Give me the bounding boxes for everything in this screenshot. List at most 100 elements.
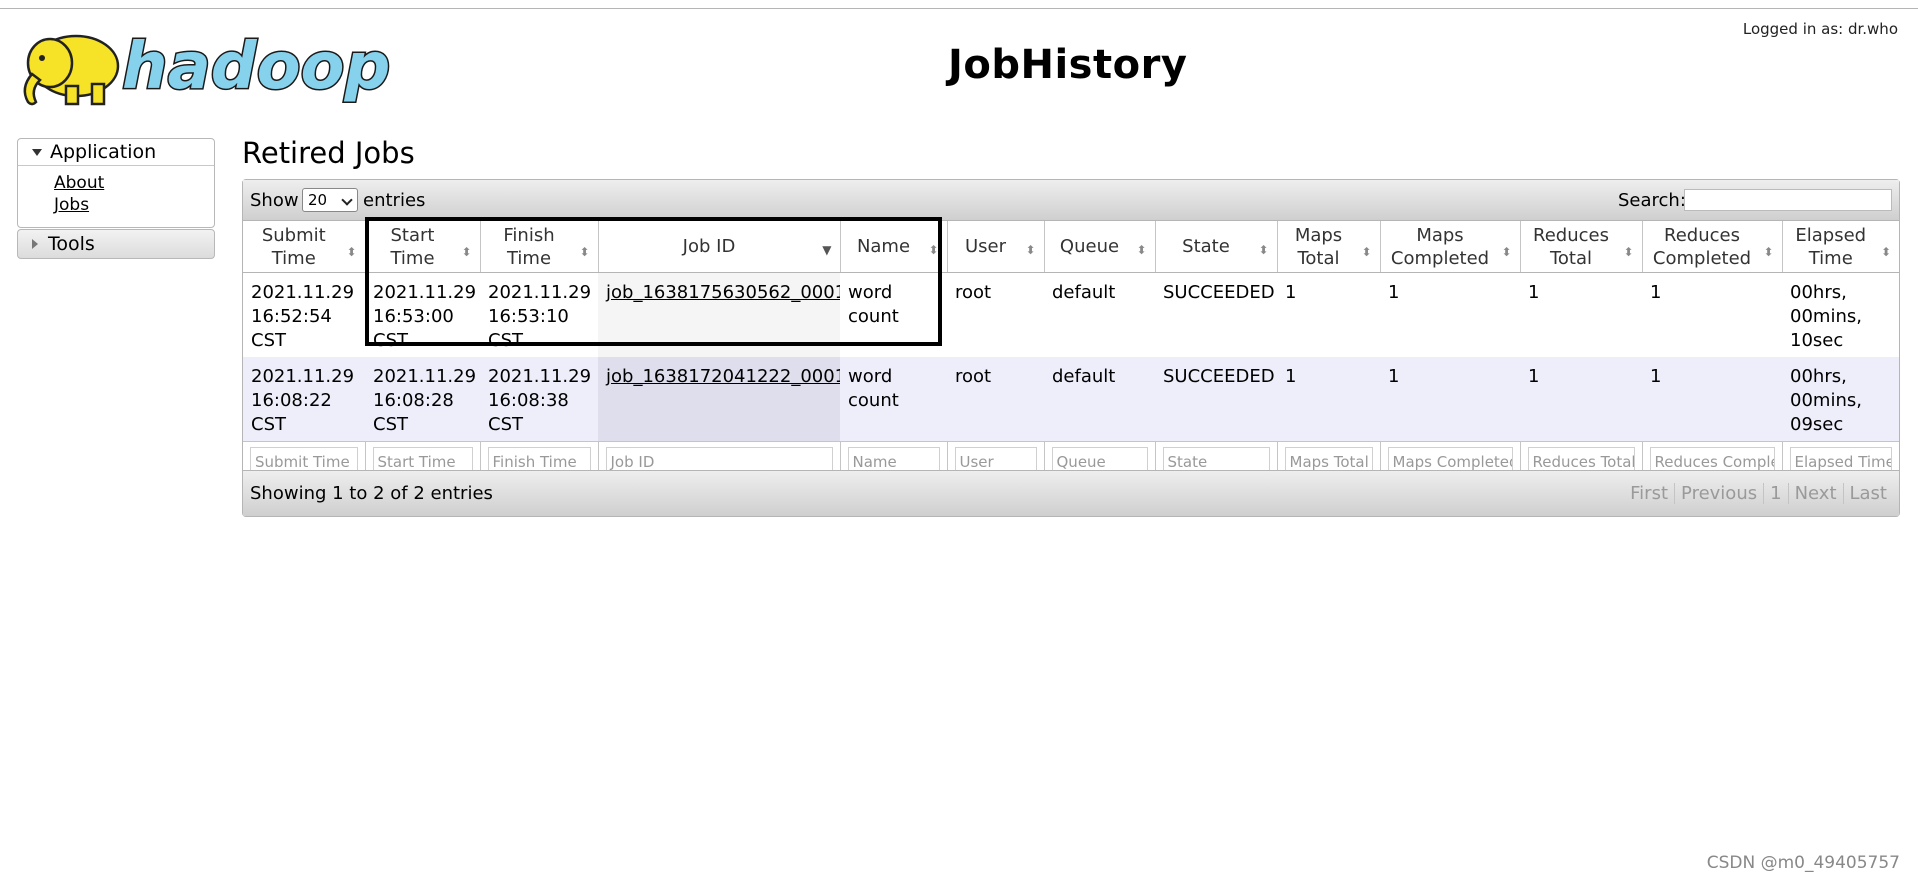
watermark: CSDN @m0_49405757 — [1706, 853, 1900, 873]
section-title: Retired Jobs — [242, 136, 415, 170]
cell-maps-total: 1 — [1277, 357, 1380, 442]
col-header-submit-time[interactable]: Submit Time ⬍ — [243, 221, 366, 273]
pager-divider — [1787, 483, 1789, 504]
sort-both-icon: ⬍ — [928, 243, 939, 257]
sort-both-icon: ⬍ — [1763, 245, 1774, 259]
filter-reduces-total[interactable]: Reduces Total — [1527, 447, 1635, 471]
page-title: JobHistory — [948, 42, 1188, 88]
top-divider — [0, 8, 1918, 9]
col-header-queue[interactable]: Queue ⬍ — [1044, 221, 1156, 273]
pager-next[interactable]: Next — [1795, 483, 1837, 504]
cell-state: SUCCEEDED — [1155, 272, 1277, 357]
pager-divider — [1674, 483, 1676, 504]
jobs-table-panel: Show 20 entries Search: Submit Time ⬍ Sta… — [242, 179, 1900, 517]
caret-right-icon — [32, 239, 38, 249]
sidebar-tools-label: Tools — [48, 233, 95, 255]
cell-maps-completed: 1 — [1380, 272, 1520, 357]
cell-start-time: 2021.11.29 16:53:00 CST — [365, 272, 480, 357]
caret-down-icon — [32, 148, 42, 156]
filter-maps-completed[interactable]: Maps Completed — [1387, 447, 1513, 471]
sort-both-icon: ⬍ — [579, 245, 590, 259]
sidebar-tools-section[interactable]: Tools — [17, 229, 215, 259]
cell-reduces-total: 1 — [1520, 357, 1642, 442]
cell-queue: default — [1044, 272, 1155, 357]
sidebar-link-about[interactable]: About — [54, 172, 214, 194]
sort-both-icon: ⬍ — [1501, 245, 1512, 259]
jobs-table: Submit Time ⬍ Start Time ⬍ Finish Time ⬍ Jo… — [243, 221, 1899, 486]
cell-start-time: 2021.11.29 16:08:28 CST — [365, 357, 480, 442]
pager-previous[interactable]: Previous — [1681, 483, 1757, 504]
cell-name: word count — [840, 357, 947, 442]
cell-reduces-total: 1 — [1520, 272, 1642, 357]
cell-user: root — [947, 357, 1044, 442]
col-header-reduces-total[interactable]: Reduces Total ⬍ — [1520, 221, 1643, 273]
sidebar-link-jobs[interactable]: Jobs — [54, 194, 214, 216]
cell-submit-time: 2021.11.29 16:08:22 CST — [243, 357, 365, 442]
pagination: First Previous 1 Next Last — [1624, 483, 1893, 504]
col-header-user[interactable]: User ⬍ — [947, 221, 1045, 273]
job-id-link[interactable]: job_1638172041222_0001 — [606, 366, 840, 387]
sort-both-icon: ⬍ — [1258, 243, 1269, 257]
pager-divider — [1842, 483, 1844, 504]
col-header-maps-completed[interactable]: Maps Completed ⬍ — [1380, 221, 1521, 273]
col-header-job-id[interactable]: Job ID ▼ — [598, 221, 841, 273]
filter-elapsed-time[interactable]: Elapsed Time — [1789, 447, 1892, 471]
filter-maps-total[interactable]: Maps Total — [1284, 447, 1373, 471]
sort-desc-icon: ▼ — [822, 243, 832, 257]
filter-user[interactable]: User — [954, 447, 1037, 471]
filter-reduces-completed[interactable]: Reduces Completed — [1649, 447, 1775, 471]
cell-elapsed-time: 00hrs, 00mins, 10sec — [1782, 272, 1899, 357]
sidebar-application-section: Application About Jobs — [17, 138, 215, 228]
cell-job-id: job_1638172041222_0001 — [598, 357, 840, 442]
sort-both-icon: ⬍ — [1136, 243, 1147, 257]
filter-submit-time[interactable]: Submit Time — [250, 447, 358, 471]
search-input[interactable] — [1684, 189, 1892, 211]
cell-user: root — [947, 272, 1044, 357]
sidebar-tools-header[interactable]: Tools — [18, 230, 214, 258]
cell-state: SUCCEEDED — [1155, 357, 1277, 442]
show-label: Show — [250, 190, 299, 211]
page-size-select[interactable]: 20 — [302, 188, 358, 212]
sort-both-icon: ⬍ — [1880, 245, 1891, 259]
filter-finish-time[interactable]: Finish Time — [487, 447, 591, 471]
col-header-start-time[interactable]: Start Time ⬍ — [365, 221, 481, 273]
cell-reduces-completed: 1 — [1642, 272, 1782, 357]
hadoop-logo[interactable]: hadoop — [18, 18, 392, 110]
sort-both-icon: ⬍ — [1361, 245, 1372, 259]
col-header-finish-time[interactable]: Finish Time ⬍ — [480, 221, 599, 273]
entries-label: entries — [363, 190, 426, 211]
col-header-reduces-completed[interactable]: Reduces Completed ⬍ — [1642, 221, 1783, 273]
col-header-elapsed-time[interactable]: Elapsed Time ⬍ — [1782, 221, 1899, 273]
cell-finish-time: 2021.11.29 16:08:38 CST — [480, 357, 598, 442]
page-size-value: 20 — [308, 191, 328, 209]
filter-job-id[interactable]: Job ID — [605, 447, 833, 471]
cell-queue: default — [1044, 357, 1155, 442]
logged-in-user: Logged in as: dr.who — [1742, 20, 1898, 38]
cell-reduces-completed: 1 — [1642, 357, 1782, 442]
chevron-down-icon — [341, 194, 353, 206]
pager-page-1[interactable]: 1 — [1770, 483, 1781, 504]
col-header-maps-total[interactable]: Maps Total ⬍ — [1277, 221, 1381, 273]
col-header-state[interactable]: State ⬍ — [1155, 221, 1278, 273]
job-id-link[interactable]: job_1638175630562_0001 — [606, 282, 840, 303]
filter-state[interactable]: State — [1162, 447, 1270, 471]
cell-submit-time: 2021.11.29 16:52:54 CST — [243, 272, 365, 357]
pager-first[interactable]: First — [1630, 483, 1668, 504]
sidebar-application-label: Application — [50, 141, 157, 163]
col-header-name[interactable]: Name ⬍ — [840, 221, 948, 273]
search-label: Search: — [1618, 190, 1686, 211]
cell-maps-completed: 1 — [1380, 357, 1520, 442]
filter-start-time[interactable]: Start Time — [372, 447, 473, 471]
pager-last[interactable]: Last — [1850, 483, 1888, 504]
cell-elapsed-time: 00hrs, 00mins, 09sec — [1782, 357, 1899, 442]
table-row: 2021.11.29 16:52:54 CST 2021.11.29 16:53… — [243, 272, 1899, 357]
cell-finish-time: 2021.11.29 16:53:10 CST — [480, 272, 598, 357]
sort-both-icon: ⬍ — [1623, 245, 1634, 259]
sidebar-application-header[interactable]: Application — [18, 139, 214, 166]
cell-name: word count — [840, 272, 947, 357]
sort-both-icon: ⬍ — [346, 245, 357, 259]
table-footer: Showing 1 to 2 of 2 entries First Previo… — [243, 470, 1899, 516]
filter-queue[interactable]: Queue — [1051, 447, 1148, 471]
sort-both-icon: ⬍ — [1025, 243, 1036, 257]
filter-name[interactable]: Name — [847, 447, 940, 471]
